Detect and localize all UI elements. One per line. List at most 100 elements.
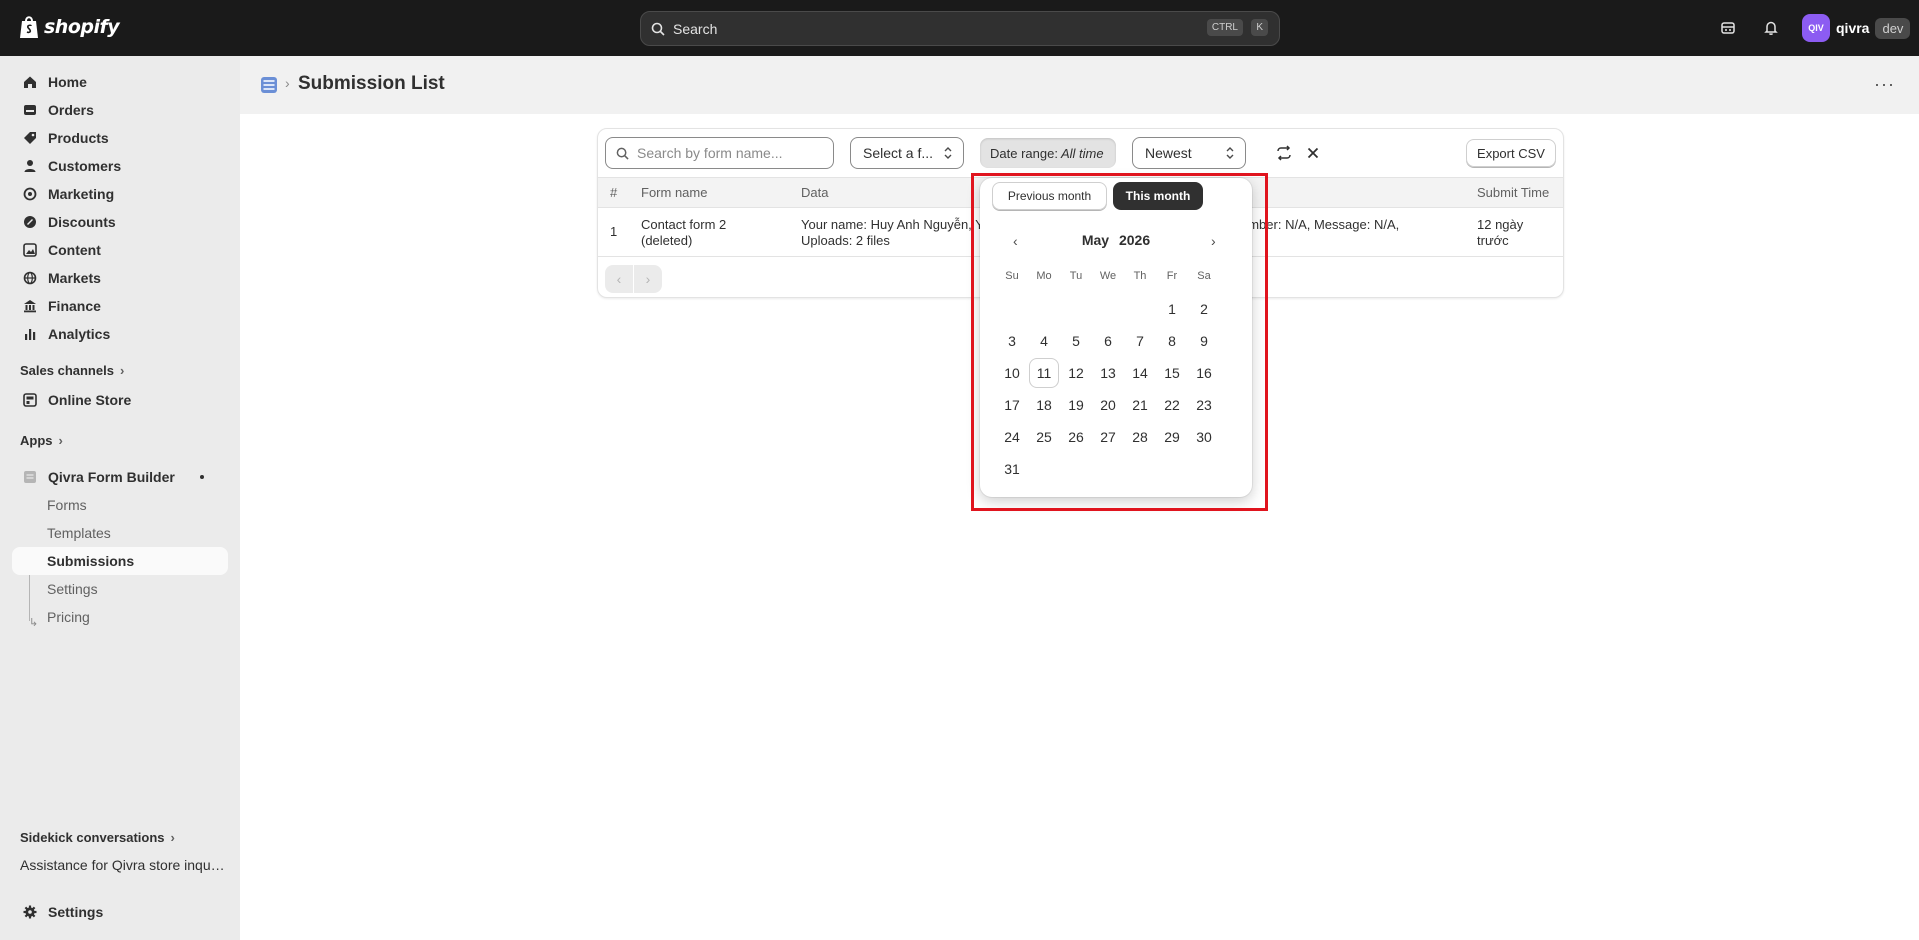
sidekick-header[interactable]: Sidekick conversations › [20,830,175,845]
date-range-button[interactable]: Date range: All time [980,138,1116,168]
sidebar-item-app[interactable]: Qivra Form Builder [12,463,228,491]
calendar-day[interactable]: 21 [1125,390,1155,420]
top-bar: shopify Search CTRL K QIV qivra dev [0,0,1919,56]
app-breadcrumb-icon[interactable] [260,76,278,94]
column-header: Submit Time [1477,185,1550,200]
gear-icon [22,904,38,920]
calendar-day[interactable]: 7 [1125,326,1155,356]
page-title: Submission List [298,73,445,94]
global-search[interactable]: Search CTRL K [640,11,1280,46]
data-line: Your name: Huy Anh Nguyễn, Y [801,217,984,232]
sidebar-item-discounts[interactable]: Discounts [12,208,228,236]
row-index: 1 [610,224,618,239]
calendar-day[interactable]: 16 [1189,358,1219,388]
sidebar-subitem-submissions[interactable]: Submissions [12,547,228,575]
calendar-day[interactable]: 18 [1029,390,1059,420]
form-search-input[interactable]: Search by form name... [605,137,834,169]
search-icon [651,22,665,36]
breadcrumb-separator-icon: › [285,75,290,91]
page-header: › Submission List ··· [240,56,1919,114]
calendar-day[interactable]: 17 [997,390,1027,420]
sidebar-item-products[interactable]: Products [12,124,228,152]
sidebar-item-label: Marketing [48,186,115,202]
chevron-right-icon[interactable]: › [1211,233,1216,249]
chevron-left-icon: ‹ [616,271,622,287]
sidekick-conversation-item[interactable]: Assistance for Qivra store inquiries [20,857,225,873]
calendar-day[interactable]: 6 [1093,326,1123,356]
export-csv-button[interactable]: Export CSV [1466,139,1556,167]
store-icon[interactable] [1717,17,1739,39]
this-month-button[interactable]: This month [1113,182,1203,210]
form-name-line: Contact form 2 [641,217,727,232]
calendar-day[interactable]: 23 [1189,390,1219,420]
calendar-day[interactable]: 4 [1029,326,1059,356]
calendar-day[interactable]: 26 [1061,422,1091,452]
sort-select[interactable]: Newest [1132,137,1246,169]
calendar-day[interactable]: 25 [1029,422,1059,452]
sidebar-item-home[interactable]: Home [12,68,228,96]
sales-channels-header[interactable]: Sales channels › [20,363,124,378]
shopify-bag-icon [20,16,38,38]
more-actions-icon[interactable]: ··· [1874,74,1895,95]
pin-dot[interactable] [200,475,204,479]
calendar-day[interactable]: 24 [997,422,1027,452]
calendar-day[interactable]: 8 [1157,326,1187,356]
calendar-day[interactable]: 31 [997,454,1027,484]
sidebar-item-orders[interactable]: Orders [12,96,228,124]
previous-page-button[interactable]: ‹ [605,265,633,293]
calendar-day[interactable]: 27 [1093,422,1123,452]
column-header: Form name [641,185,708,200]
sidebar-item-settings[interactable]: Settings [12,898,228,926]
sales-channels-label: Sales channels [20,363,114,378]
sidebar-item-label: Qivra Form Builder [48,469,175,485]
date-range-label: Date range: [990,145,1058,161]
chevron-right-icon: › [58,433,63,448]
sidebar-subitem-pricing[interactable]: Pricing [12,603,228,631]
sidebar-item-marketing[interactable]: Marketing [12,180,228,208]
sidebar-item-label: Home [48,74,87,90]
discount-icon [22,214,38,230]
weekday-header: Tu [1069,270,1083,282]
form-select[interactable]: Select a f... [850,137,964,169]
calendar-day[interactable]: 14 [1125,358,1155,388]
shopify-logo[interactable]: shopify [18,14,120,40]
calendar-day[interactable]: 19 [1061,390,1091,420]
sidebar-subitem-settings[interactable]: Settings [12,575,228,603]
calendar-day[interactable]: 28 [1125,422,1155,452]
sidebar-item-markets[interactable]: Markets [12,264,228,292]
calendar-day[interactable]: 15 [1157,358,1187,388]
sidebar-item-customers[interactable]: Customers [12,152,228,180]
user-menu[interactable]: QIV qivra dev [1802,14,1911,42]
apps-header[interactable]: Apps › [20,433,63,448]
sidebar-item-online-store[interactable]: Online Store [12,386,228,414]
calendar-day[interactable]: 22 [1157,390,1187,420]
form-select-value: Select a f... [863,145,934,161]
calendar-day[interactable]: 5 [1061,326,1091,356]
sidebar-item-label: Discounts [48,214,116,230]
sidebar-item-content[interactable]: Content [12,236,228,264]
calendar-day[interactable]: 10 [997,358,1027,388]
calendar-day[interactable]: 30 [1189,422,1219,452]
calendar-day[interactable]: 9 [1189,326,1219,356]
sidebar-subitem-templates[interactable]: Templates [12,519,228,547]
previous-month-button[interactable]: Previous month [992,182,1107,210]
next-page-button[interactable]: › [634,265,662,293]
calendar-day[interactable]: 29 [1157,422,1187,452]
select-caret-icon [944,147,952,159]
calendar-day[interactable]: 3 [997,326,1027,356]
sidebar-subitem-forms[interactable]: Forms [12,491,228,519]
online-store-icon [22,392,38,408]
refresh-icon[interactable] [1273,142,1295,164]
calendar-day[interactable]: 1 [1157,294,1187,324]
calendar-day[interactable]: 12 [1061,358,1091,388]
calendar-day-today[interactable]: 11 [1029,358,1059,388]
calendar-year: 2026 [1118,232,1151,248]
sidebar-item-analytics[interactable]: Analytics [12,320,228,348]
calendar-day[interactable]: 2 [1189,294,1219,324]
sidebar-item-finance[interactable]: Finance [12,292,228,320]
bell-icon[interactable] [1760,17,1782,39]
calendar-day[interactable]: 20 [1093,390,1123,420]
orders-icon [22,102,38,118]
calendar-day[interactable]: 13 [1093,358,1123,388]
close-icon[interactable] [1302,142,1324,164]
